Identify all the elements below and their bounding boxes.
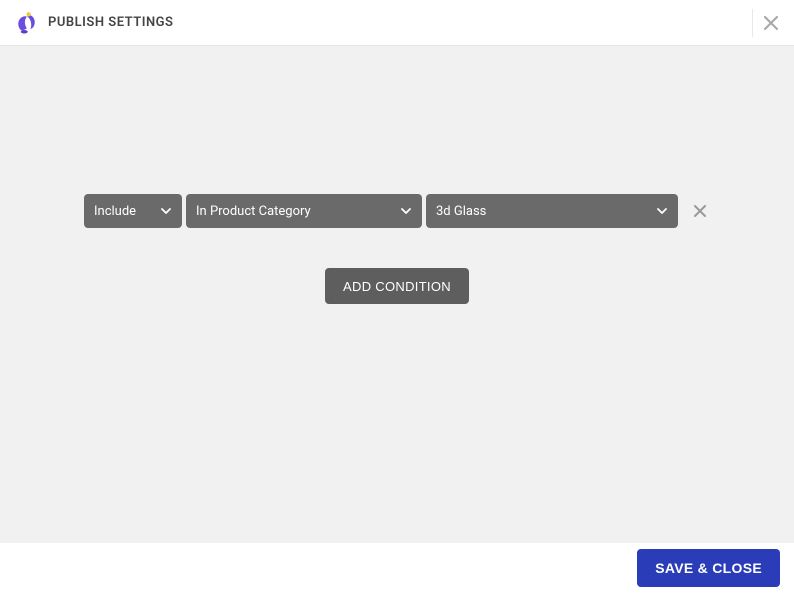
save-close-button[interactable]: SAVE & CLOSE: [637, 549, 780, 587]
main-panel: Include In Product Category 3d Glass: [0, 46, 794, 543]
condition-field-select[interactable]: In Product Category: [186, 194, 422, 228]
close-dialog-button[interactable]: [752, 9, 780, 37]
close-icon: [764, 16, 778, 30]
close-icon: [694, 205, 706, 217]
condition-mode-value: Include: [94, 204, 136, 219]
condition-row: Include In Product Category 3d Glass: [84, 194, 710, 228]
dialog-title: PUBLISH SETTINGS: [48, 15, 173, 30]
condition-field-value: In Product Category: [196, 204, 311, 219]
condition-value-text: 3d Glass: [436, 204, 486, 219]
dialog-footer: SAVE & CLOSE: [0, 543, 794, 593]
add-condition-button[interactable]: ADD CONDITION: [325, 268, 469, 304]
chevron-down-icon: [656, 205, 668, 217]
remove-condition-button[interactable]: [690, 201, 710, 221]
chevron-down-icon: [160, 205, 172, 217]
app-logo: [10, 7, 42, 39]
condition-value-select[interactable]: 3d Glass: [426, 194, 678, 228]
chevron-down-icon: [400, 205, 412, 217]
dialog-header: PUBLISH SETTINGS: [0, 0, 794, 46]
condition-mode-select[interactable]: Include: [84, 194, 182, 228]
